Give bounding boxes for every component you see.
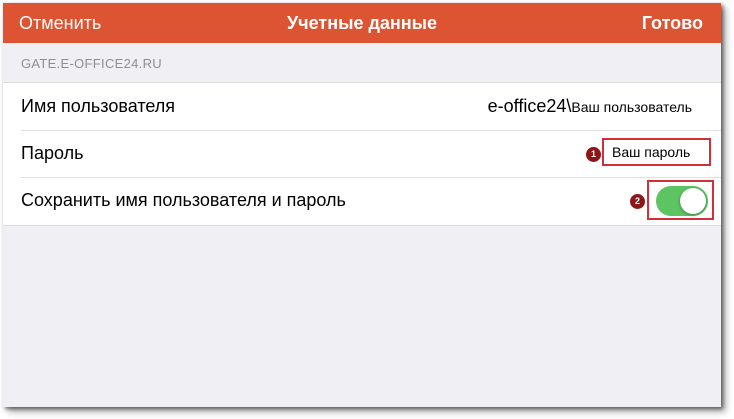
username-row[interactable]: Имя пользователя e-office24\Ваш пользова…: [3, 83, 721, 130]
credentials-screen: Учетные данные Отменить Готово GATE.E-OF…: [3, 3, 721, 407]
password-label: Пароль: [21, 143, 84, 163]
password-field[interactable]: Ваш пароль: [602, 138, 711, 166]
save-credentials-toggle[interactable]: [656, 186, 708, 216]
toggle-highlight: [647, 180, 714, 220]
username-value: Ваш пользователь: [571, 99, 692, 115]
navigation-bar: Учетные данные Отменить Готово: [3, 3, 721, 43]
username-domain: e-office24\: [487, 96, 572, 116]
section-header: GATE.E-OFFICE24.RU: [21, 56, 162, 71]
done-button[interactable]: Готово: [642, 3, 703, 43]
step-marker-2: 2: [630, 194, 645, 209]
username-field[interactable]: e-office24\Ваш пользователь: [488, 83, 692, 131]
credentials-group: Имя пользователя e-office24\Ваш пользова…: [3, 82, 721, 226]
step-marker-1: 1: [586, 147, 601, 162]
save-credentials-label: Сохранить имя пользователя и пароль: [21, 190, 346, 210]
toggle-knob: [680, 188, 706, 214]
save-credentials-row: Сохранить имя пользователя и пароль 2: [3, 177, 721, 224]
nav-title: Учетные данные: [286, 13, 438, 33]
cancel-button[interactable]: Отменить: [19, 3, 101, 43]
password-row[interactable]: Пароль 1 Ваш пароль: [3, 130, 721, 177]
username-label: Имя пользователя: [21, 96, 176, 116]
